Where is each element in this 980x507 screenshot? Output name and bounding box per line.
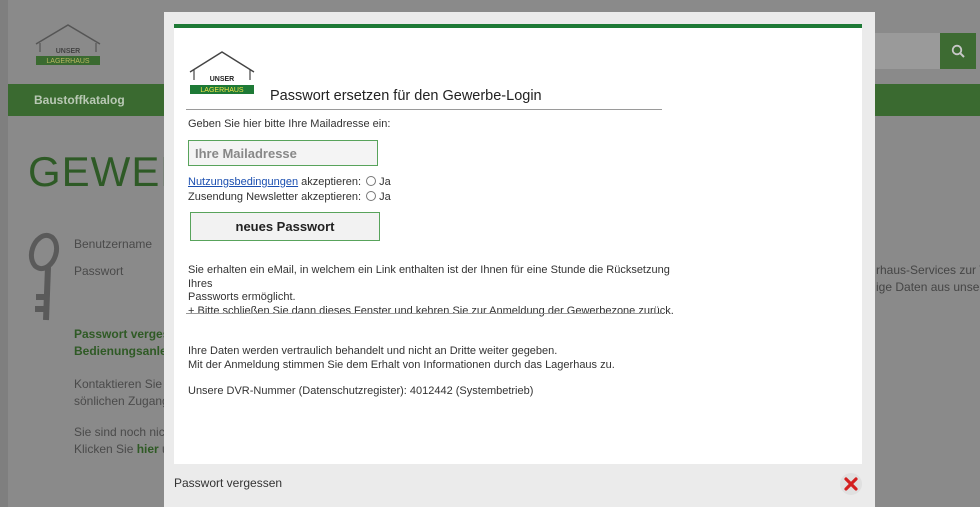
svg-text:LAGERHAUS: LAGERHAUS (200, 87, 244, 94)
username-label: Benutzername (74, 237, 153, 251)
privacy-text: Ihre Daten werden vertraulich behandelt … (188, 345, 678, 372)
email-field[interactable] (188, 140, 378, 166)
modal-footer: Passwort vergessen (164, 464, 875, 507)
svg-text:UNSER: UNSER (56, 48, 81, 55)
svg-text:LAGERHAUS: LAGERHAUS (46, 58, 90, 65)
close-button[interactable] (840, 473, 862, 495)
terms-link[interactable]: Nutzungsbedingungen (188, 176, 298, 188)
info-line-3: + Bitte schließen Sie dann dieses Fenste… (188, 304, 674, 317)
heading-divider (186, 109, 662, 110)
info-divider (186, 313, 662, 314)
password-reset-modal: UNSER LAGERHAUS Passwort ersetzen für de… (164, 12, 875, 507)
terms-row: Nutzungsbedingungen akzeptieren: Ja (188, 176, 391, 188)
terms-radio-label: Ja (379, 176, 391, 188)
info-line-1: Sie erhalten ein eMail, in welchem ein L… (188, 264, 670, 290)
modal-footer-title: Passwort vergessen (174, 476, 283, 490)
new-password-button[interactable]: neues Passwort (190, 212, 380, 241)
privacy-line-1: Ihre Daten werden vertraulich behandelt … (188, 345, 558, 357)
key-icon (28, 232, 60, 321)
signup-text-prefix: Klicken Sie (74, 442, 137, 456)
newsletter-radio-label: Ja (379, 191, 391, 203)
intro-text-right: rhaus-Services zur Verfü ige Daten aus u… (876, 262, 980, 296)
svg-text:UNSER: UNSER (210, 76, 235, 83)
modal-heading: Passwort ersetzen für den Gewerbe-Login (270, 88, 542, 104)
newsletter-radio[interactable] (366, 191, 377, 201)
intro-text-line2: ige Daten aus unserem (876, 280, 980, 294)
terms-text: akzeptieren: (298, 176, 362, 188)
info-text: Sie erhalten ein eMail, in welchem ein L… (188, 264, 678, 318)
dvr-number: Unsere DVR-Nummer (Datenschutzregister):… (188, 385, 534, 397)
signup-here-link[interactable]: hier (137, 442, 159, 456)
nav-item-baustoffkatalog[interactable]: Baustoffkatalog (34, 93, 125, 107)
modal-content: UNSER LAGERHAUS Passwort ersetzen für de… (174, 24, 862, 464)
lagerhaus-logo: UNSER LAGERHAUS (189, 51, 255, 94)
intro-text-line1: rhaus-Services zur Verfü (876, 263, 980, 277)
newsletter-row: Zusendung Newsletter akzeptieren: Ja (188, 191, 391, 203)
lagerhaus-logo[interactable]: UNSER LAGERHAUS (30, 22, 106, 72)
password-label: Passwort (74, 264, 124, 278)
close-icon (844, 477, 858, 491)
search-button[interactable] (940, 33, 976, 69)
privacy-line-2: Mit der Anmeldung stimmen Sie dem Erhalt… (188, 358, 615, 371)
email-prompt: Geben Sie hier bitte Ihre Mailadresse ei… (188, 118, 391, 130)
search-icon (951, 44, 965, 58)
info-line-2: Passworts ermöglicht. (188, 291, 296, 303)
newsletter-text: Zusendung Newsletter akzeptieren: (188, 191, 362, 203)
terms-radio[interactable] (366, 176, 377, 186)
search-input[interactable] (870, 33, 940, 69)
